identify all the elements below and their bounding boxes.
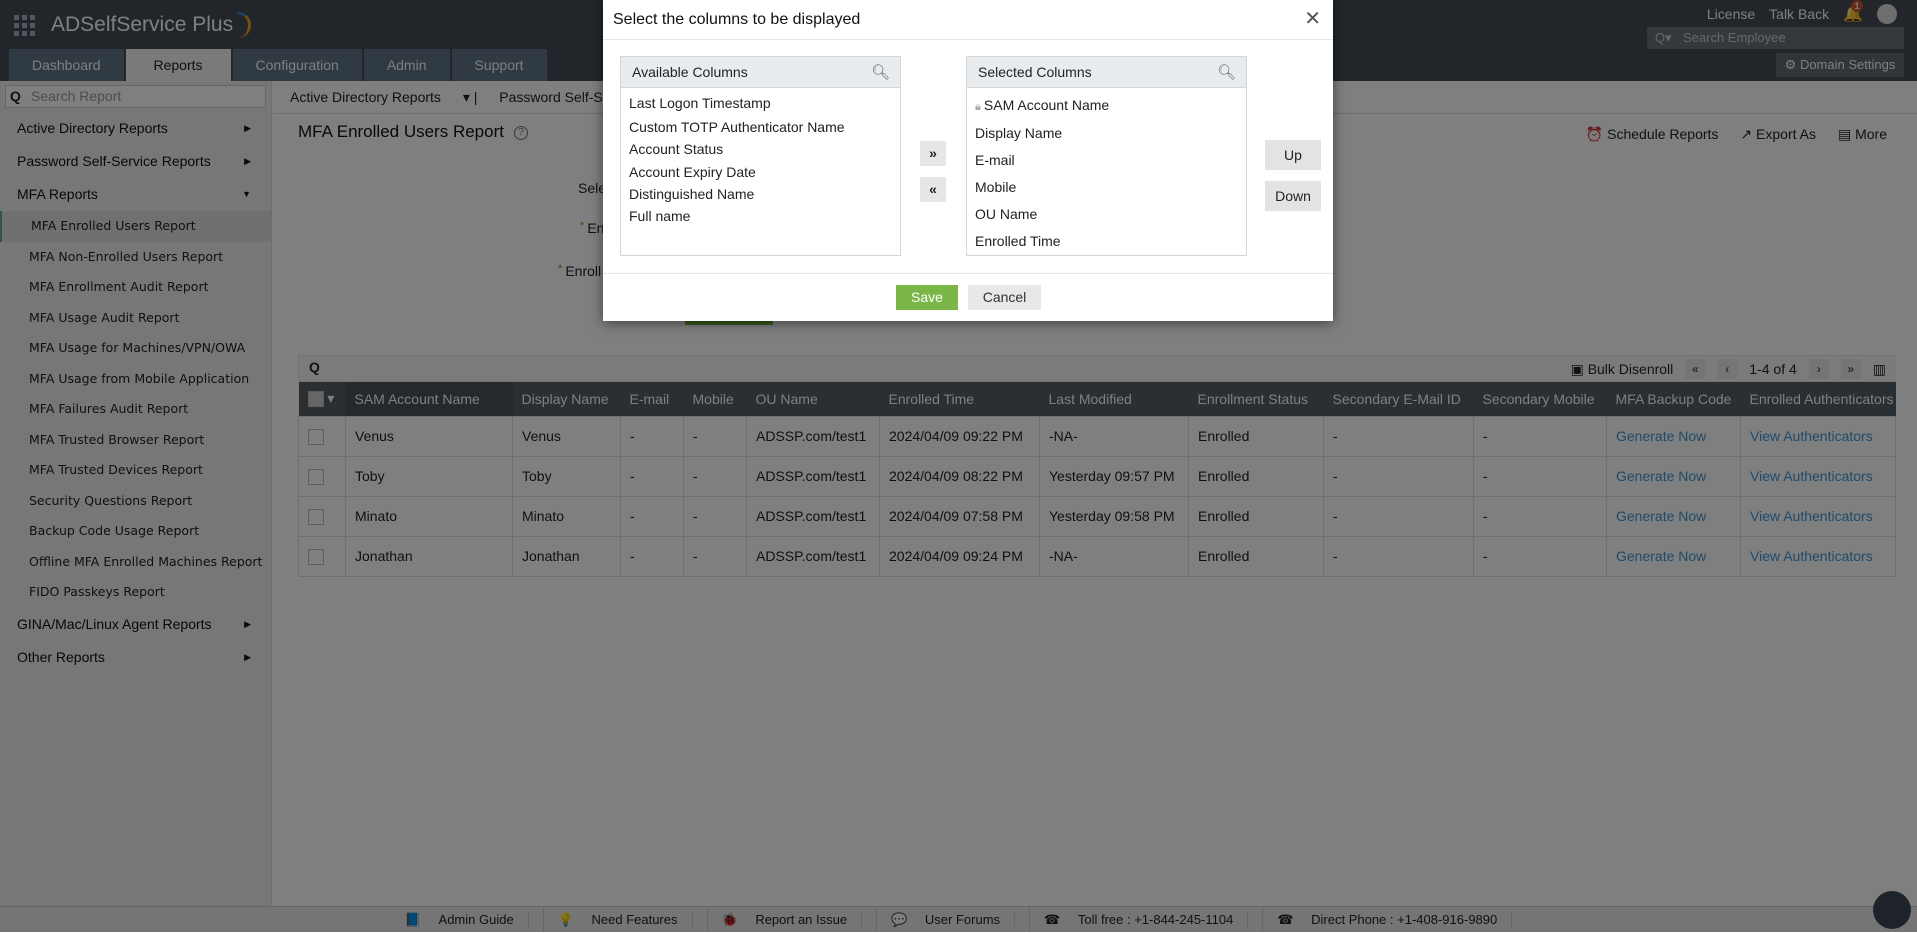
- divider: [603, 273, 1333, 274]
- available-column-item[interactable]: Distinguished Name: [621, 183, 900, 205]
- close-icon[interactable]: ✕: [1304, 6, 1321, 31]
- available-columns-title: Available Columns: [632, 64, 748, 80]
- selected-column-label: SAM Account Name: [983, 97, 1110, 113]
- selected-column-item[interactable]: Enrolled Time: [967, 228, 1246, 255]
- save-button[interactable]: Save: [896, 285, 958, 310]
- remove-column-button[interactable]: «: [920, 177, 946, 202]
- available-column-item[interactable]: Account Expiry Date: [621, 161, 900, 183]
- selected-column-item[interactable]: Mobile: [967, 174, 1246, 201]
- available-columns-list: Available Columns 🔍︎ Last Logon Timestamp…: [620, 56, 901, 256]
- search-icon[interactable]: 🔍︎: [871, 57, 890, 88]
- move-up-button[interactable]: Up: [1265, 140, 1321, 170]
- selected-columns-title: Selected Columns: [978, 64, 1092, 80]
- available-column-item[interactable]: Last Logon Timestamp: [621, 90, 900, 116]
- dialog-title: Select the columns to be displayed: [613, 11, 861, 28]
- selected-column-item[interactable]: OU Name: [967, 201, 1246, 228]
- selected-column-item[interactable]: Display Name: [967, 120, 1246, 147]
- available-column-item[interactable]: Account Status: [621, 138, 900, 160]
- selected-columns-list: Selected Columns 🔍︎ 🔒︎ SAM Account Name Di…: [966, 56, 1247, 256]
- column-chooser-dialog: Select the columns to be displayed ✕ Ava…: [603, 0, 1333, 321]
- search-icon[interactable]: 🔍︎: [1217, 57, 1236, 88]
- available-column-item[interactable]: Custom TOTP Authenticator Name: [621, 116, 900, 138]
- available-column-item[interactable]: Full name: [621, 205, 900, 227]
- move-down-button[interactable]: Down: [1265, 181, 1321, 211]
- selected-column-item[interactable]: 🔒︎ SAM Account Name: [967, 90, 1246, 120]
- divider: [603, 39, 1333, 40]
- cancel-button[interactable]: Cancel: [968, 285, 1041, 310]
- add-column-button[interactable]: »: [920, 141, 946, 166]
- lock-icon: 🔒︎: [975, 101, 984, 113]
- selected-column-item[interactable]: E-mail: [967, 147, 1246, 174]
